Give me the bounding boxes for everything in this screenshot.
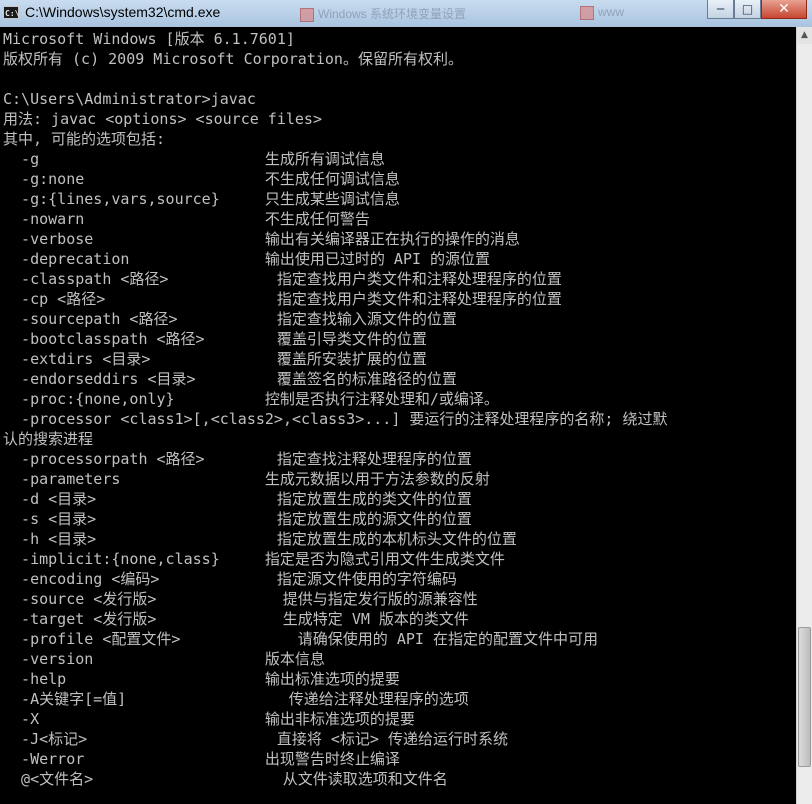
console-line: -verbose 输出有关编译器正在执行的操作的消息 <box>21 230 520 248</box>
console-line: -source <发行版> 提供与指定发行版的源兼容性 <box>21 590 478 608</box>
console-output-area[interactable]: Microsoft Windows [版本 6.1.7601] 版权所有 (c)… <box>0 27 796 804</box>
console-line: -Werror 出现警告时终止编译 <box>21 750 400 768</box>
minimize-button[interactable]: ─ <box>707 0 734 19</box>
console-line: -d <目录> 指定放置生成的类文件的位置 <box>21 490 472 508</box>
console-line: -s <目录> 指定放置生成的源文件的位置 <box>21 510 472 528</box>
console-line: -processorpath <路径> 指定查找注释处理程序的位置 <box>21 450 472 468</box>
console-line: -profile <配置文件> 请确保使用的 API 在指定的配置文件中可用 <box>21 630 598 648</box>
console-line: C:\Users\Administrator>javac <box>3 90 256 108</box>
console-line: -endorseddirs <目录> 覆盖签名的标准路径的位置 <box>21 370 457 388</box>
console-line: -proc:{none,only} 控制是否执行注释处理和/或编译。 <box>21 390 499 408</box>
console-line: -g:none 不生成任何调试信息 <box>21 170 400 188</box>
console-line: -h <目录> 指定放置生成的本机标头文件的位置 <box>21 530 517 548</box>
scroll-up-icon[interactable]: ▲ <box>797 27 812 44</box>
console-line: -J<标记> 直接将 <标记> 传递给运行时系统 <box>21 730 508 748</box>
console-line: -extdirs <目录> 覆盖所安装扩展的位置 <box>21 350 427 368</box>
console-line: -sourcepath <路径> 指定查找输入源文件的位置 <box>21 310 457 328</box>
background-window-tab: Windows 系统环境变量设置 <box>300 5 466 22</box>
console-line: @<文件名> 从文件读取选项和文件名 <box>21 770 448 788</box>
console-line: -deprecation 输出使用已过时的 API 的源位置 <box>21 250 491 268</box>
console-line: -parameters 生成元数据以用于方法参数的反射 <box>21 470 490 488</box>
background-window-tab: www <box>580 5 624 21</box>
console-line: -A关键字[=值] 传递给注释处理程序的选项 <box>21 690 469 708</box>
console-line: 用法: javac <options> <source files> <box>3 110 322 128</box>
console-line: -encoding <编码> 指定源文件使用的字符编码 <box>21 570 457 588</box>
console-line: -classpath <路径> 指定查找用户类文件和注释处理程序的位置 <box>21 270 562 288</box>
console-line: 其中, 可能的选项包括: <box>3 130 166 148</box>
console-line: 版权所有 (c) 2009 Microsoft Corporation。保留所有… <box>3 50 463 68</box>
window-controls: ─ □ ✕ <box>707 0 807 20</box>
console-line: -implicit:{none,class} 指定是否为隐式引用文件生成类文件 <box>21 550 505 568</box>
console-line: -cp <路径> 指定查找用户类文件和注释处理程序的位置 <box>21 290 562 308</box>
console-line: -bootclasspath <路径> 覆盖引导类文件的位置 <box>21 330 427 348</box>
cmd-app-icon[interactable]: C:\ <box>3 6 19 19</box>
console-line: -g 生成所有调试信息 <box>21 150 385 168</box>
scrollbar-thumb[interactable] <box>798 627 811 767</box>
console-line: -nowarn 不生成任何警告 <box>21 210 370 228</box>
maximize-button[interactable]: □ <box>734 0 761 19</box>
console-line: Microsoft Windows [版本 6.1.7601] <box>3 30 295 48</box>
title-bar[interactable]: C:\ C:\Windows\system32\cmd.exe Windows … <box>0 0 812 28</box>
console-line: -g:{lines,vars,source} 只生成某些调试信息 <box>21 190 400 208</box>
console-line: -X 输出非标准选项的提要 <box>21 710 415 728</box>
close-button[interactable]: ✕ <box>761 0 807 19</box>
console-line: -version 版本信息 <box>21 650 325 668</box>
console-line: -target <发行版> 生成特定 VM 版本的类文件 <box>21 610 469 628</box>
console-line: -processor <class1>[,<class2>,<class3>..… <box>21 410 668 428</box>
window-title: C:\Windows\system32\cmd.exe <box>25 4 221 20</box>
console-text: Microsoft Windows [版本 6.1.7601] 版权所有 (c)… <box>0 27 796 789</box>
vertical-scrollbar[interactable]: ▲ <box>796 27 812 804</box>
window-icon <box>300 7 314 22</box>
window-icon <box>580 5 594 20</box>
console-line: 认的搜索进程 <box>3 430 94 448</box>
console-line: -help 输出标准选项的提要 <box>21 670 400 688</box>
